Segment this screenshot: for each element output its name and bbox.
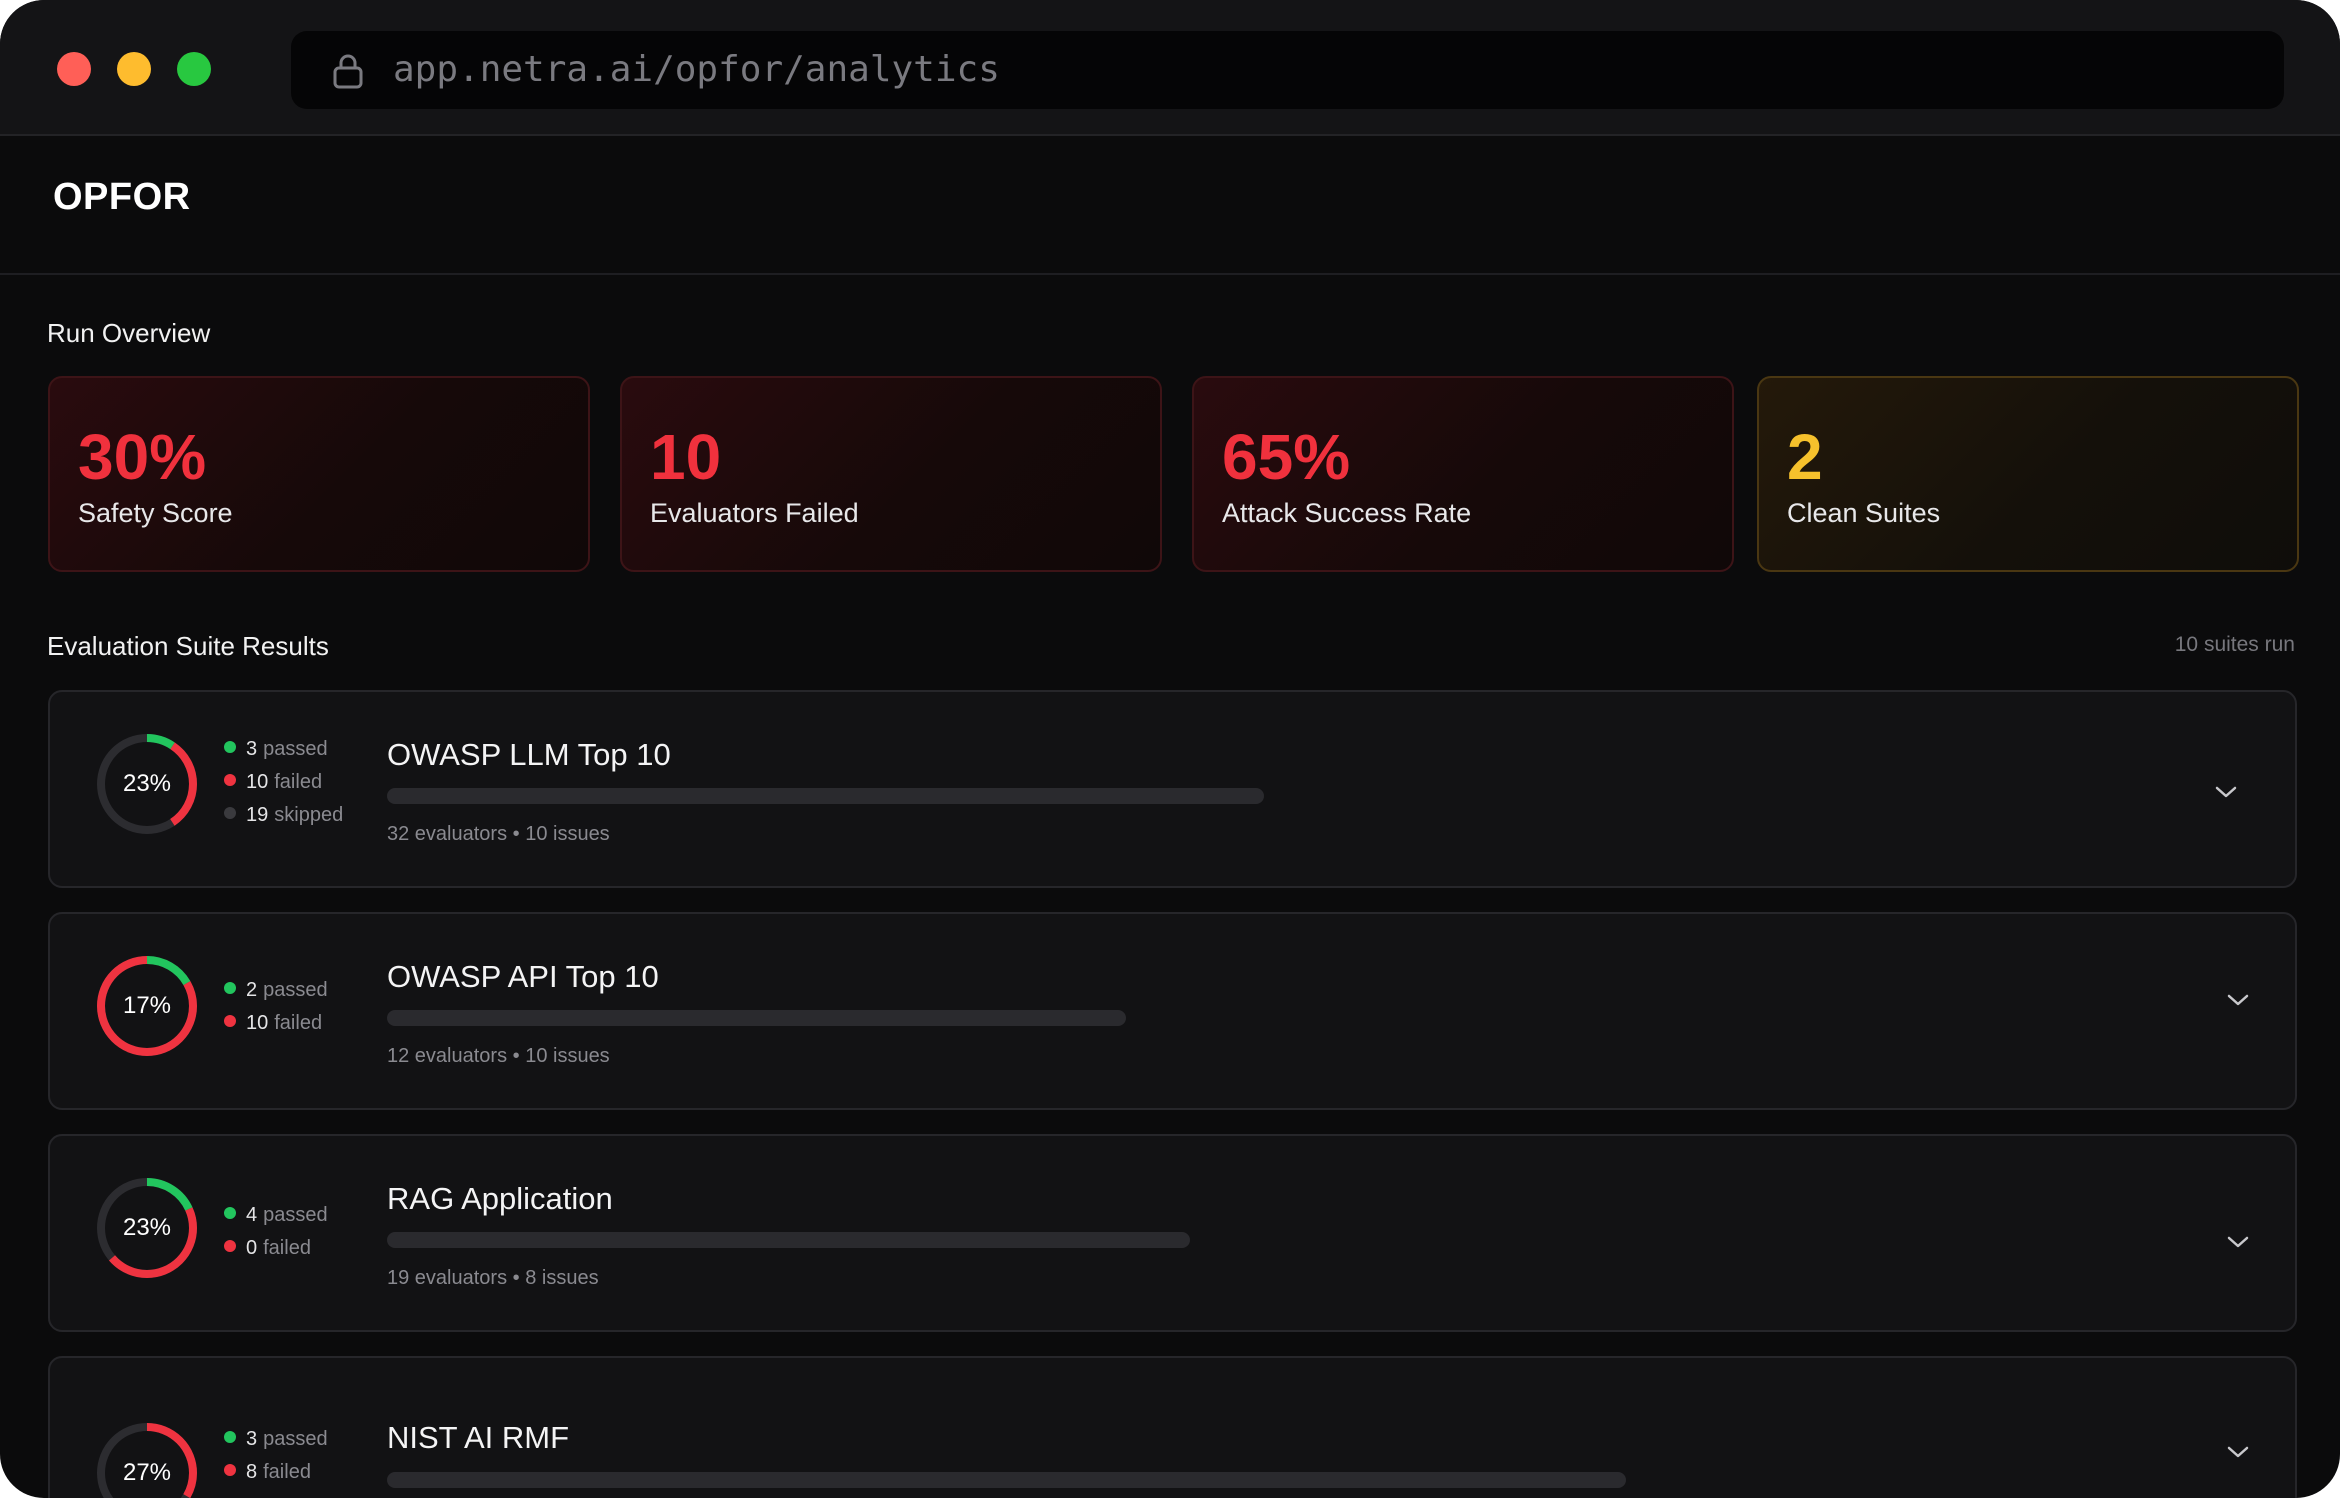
suite-count: 10 suites run	[2174, 633, 2295, 656]
failed-label: failed	[263, 1461, 311, 1483]
suite-legend: 4 passed 0 failed	[224, 1204, 328, 1270]
legend-passed: 4 passed	[224, 1204, 328, 1237]
suite-score-percent: 17%	[122, 992, 172, 1019]
suite-card-owasp-api[interactable]: 17% 2 passed 10 failed OWASP API Top 10 12…	[48, 912, 2297, 1110]
suite-meta: 12 evaluators • 10 issues	[387, 1045, 610, 1067]
suite-results-title: Evaluation Suite Results	[47, 631, 329, 661]
legend-passed: 2 passed	[224, 979, 328, 1012]
metric-card-safety-score: 30% Safety Score	[48, 376, 590, 572]
passed-count: 3	[246, 1428, 258, 1450]
app-header: OPFOR	[0, 136, 2340, 275]
failed-label: failed	[274, 771, 323, 793]
failed-count: 0	[246, 1237, 258, 1259]
failed-label: failed	[263, 1237, 311, 1259]
browser-titlebar: app.netra.ai/opfor/analytics	[0, 0, 2340, 136]
suite-score-percent: 23%	[122, 770, 172, 797]
suite-progress-track	[387, 1010, 1126, 1026]
failed-dot-icon	[224, 1464, 236, 1476]
skipped-dot-icon	[224, 807, 236, 819]
failed-dot-icon	[224, 1015, 236, 1027]
metric-value: 2	[1787, 421, 1823, 493]
failed-dot-icon	[224, 774, 236, 786]
metric-label: Attack Success Rate	[1222, 498, 1472, 528]
suite-card-nist-ai-rmf[interactable]: 27% 3 passed 8 failed NIST AI RMF	[48, 1356, 2297, 1498]
suite-progress-track	[387, 788, 1264, 804]
failed-label: failed	[274, 1012, 323, 1034]
metric-label: Evaluators Failed	[650, 498, 859, 528]
skipped-count: 19	[246, 804, 269, 826]
close-window-button[interactable]	[57, 52, 91, 86]
suite-name: OWASP LLM Top 10	[387, 737, 671, 772]
app-brand: OPFOR	[53, 176, 191, 218]
legend-failed: 10 failed	[224, 1012, 328, 1045]
failed-count: 10	[246, 1012, 269, 1034]
url-text: app.netra.ai/opfor/analytics	[393, 49, 1000, 90]
passed-count: 3	[246, 738, 258, 760]
metric-value: 10	[650, 421, 722, 493]
suite-progress-track	[387, 1472, 1626, 1488]
lock-icon	[333, 54, 363, 89]
suite-legend: 3 passed 10 failed 19 skipped	[224, 738, 343, 837]
passed-label: passed	[263, 738, 328, 760]
passed-dot-icon	[224, 741, 236, 753]
failed-count: 8	[246, 1461, 258, 1483]
legend-failed: 10 failed	[224, 771, 343, 804]
suite-name: NIST AI RMF	[387, 1420, 570, 1455]
passed-label: passed	[263, 1428, 328, 1450]
passed-count: 4	[246, 1204, 258, 1226]
suite-card-rag-application[interactable]: 23% 4 passed 0 failed RAG Application 19 e…	[48, 1134, 2297, 1332]
passed-dot-icon	[224, 1431, 236, 1443]
suite-meta: 32 evaluators • 10 issues	[387, 823, 610, 845]
suite-progress-track	[387, 1232, 1190, 1248]
suite-name: OWASP API Top 10	[387, 959, 659, 994]
run-overview-title: Run Overview	[47, 318, 211, 348]
minimize-window-button[interactable]	[117, 52, 151, 86]
passed-label: passed	[263, 1204, 328, 1226]
metric-label: Clean Suites	[1787, 498, 1941, 528]
legend-passed: 3 passed	[224, 738, 343, 771]
address-bar[interactable]: app.netra.ai/opfor/analytics	[291, 31, 2284, 109]
metric-value: 65%	[1222, 421, 1351, 493]
chevron-down-icon[interactable]	[2214, 784, 2238, 800]
failed-dot-icon	[224, 1240, 236, 1252]
suite-legend: 3 passed 8 failed	[224, 1428, 328, 1494]
chevron-down-icon[interactable]	[2226, 1234, 2250, 1250]
maximize-window-button[interactable]	[177, 52, 211, 86]
metric-label: Safety Score	[78, 498, 233, 528]
legend-skipped: 19 skipped	[224, 804, 343, 837]
passed-count: 2	[246, 979, 258, 1001]
metric-card-attack-success-rate: 65% Attack Success Rate	[1192, 376, 1734, 572]
failed-count: 10	[246, 771, 269, 793]
metric-value: 30%	[78, 421, 207, 493]
suite-meta: 19 evaluators • 8 issues	[387, 1267, 599, 1289]
legend-failed: 8 failed	[224, 1461, 328, 1494]
chevron-down-icon[interactable]	[2226, 1444, 2250, 1460]
metric-card-clean-suites: 2 Clean Suites	[1757, 376, 2299, 572]
metric-card-evaluators-failed: 10 Evaluators Failed	[620, 376, 1162, 572]
chevron-down-icon[interactable]	[2226, 992, 2250, 1008]
suite-score-percent: 27%	[122, 1459, 172, 1486]
legend-failed: 0 failed	[224, 1237, 328, 1270]
browser-window: app.netra.ai/opfor/analytics OPFOR Run O…	[0, 0, 2340, 1498]
passed-dot-icon	[224, 1207, 236, 1219]
skipped-label: skipped	[274, 804, 344, 826]
suite-legend: 2 passed 10 failed	[224, 979, 328, 1045]
passed-label: passed	[263, 979, 328, 1001]
suite-name: RAG Application	[387, 1181, 613, 1216]
passed-dot-icon	[224, 982, 236, 994]
suite-score-percent: 23%	[122, 1214, 172, 1241]
legend-passed: 3 passed	[224, 1428, 328, 1461]
suite-card-owasp-llm[interactable]: 23% 3 passed 10 failed 19 skipped OWASP LLM…	[48, 690, 2297, 888]
